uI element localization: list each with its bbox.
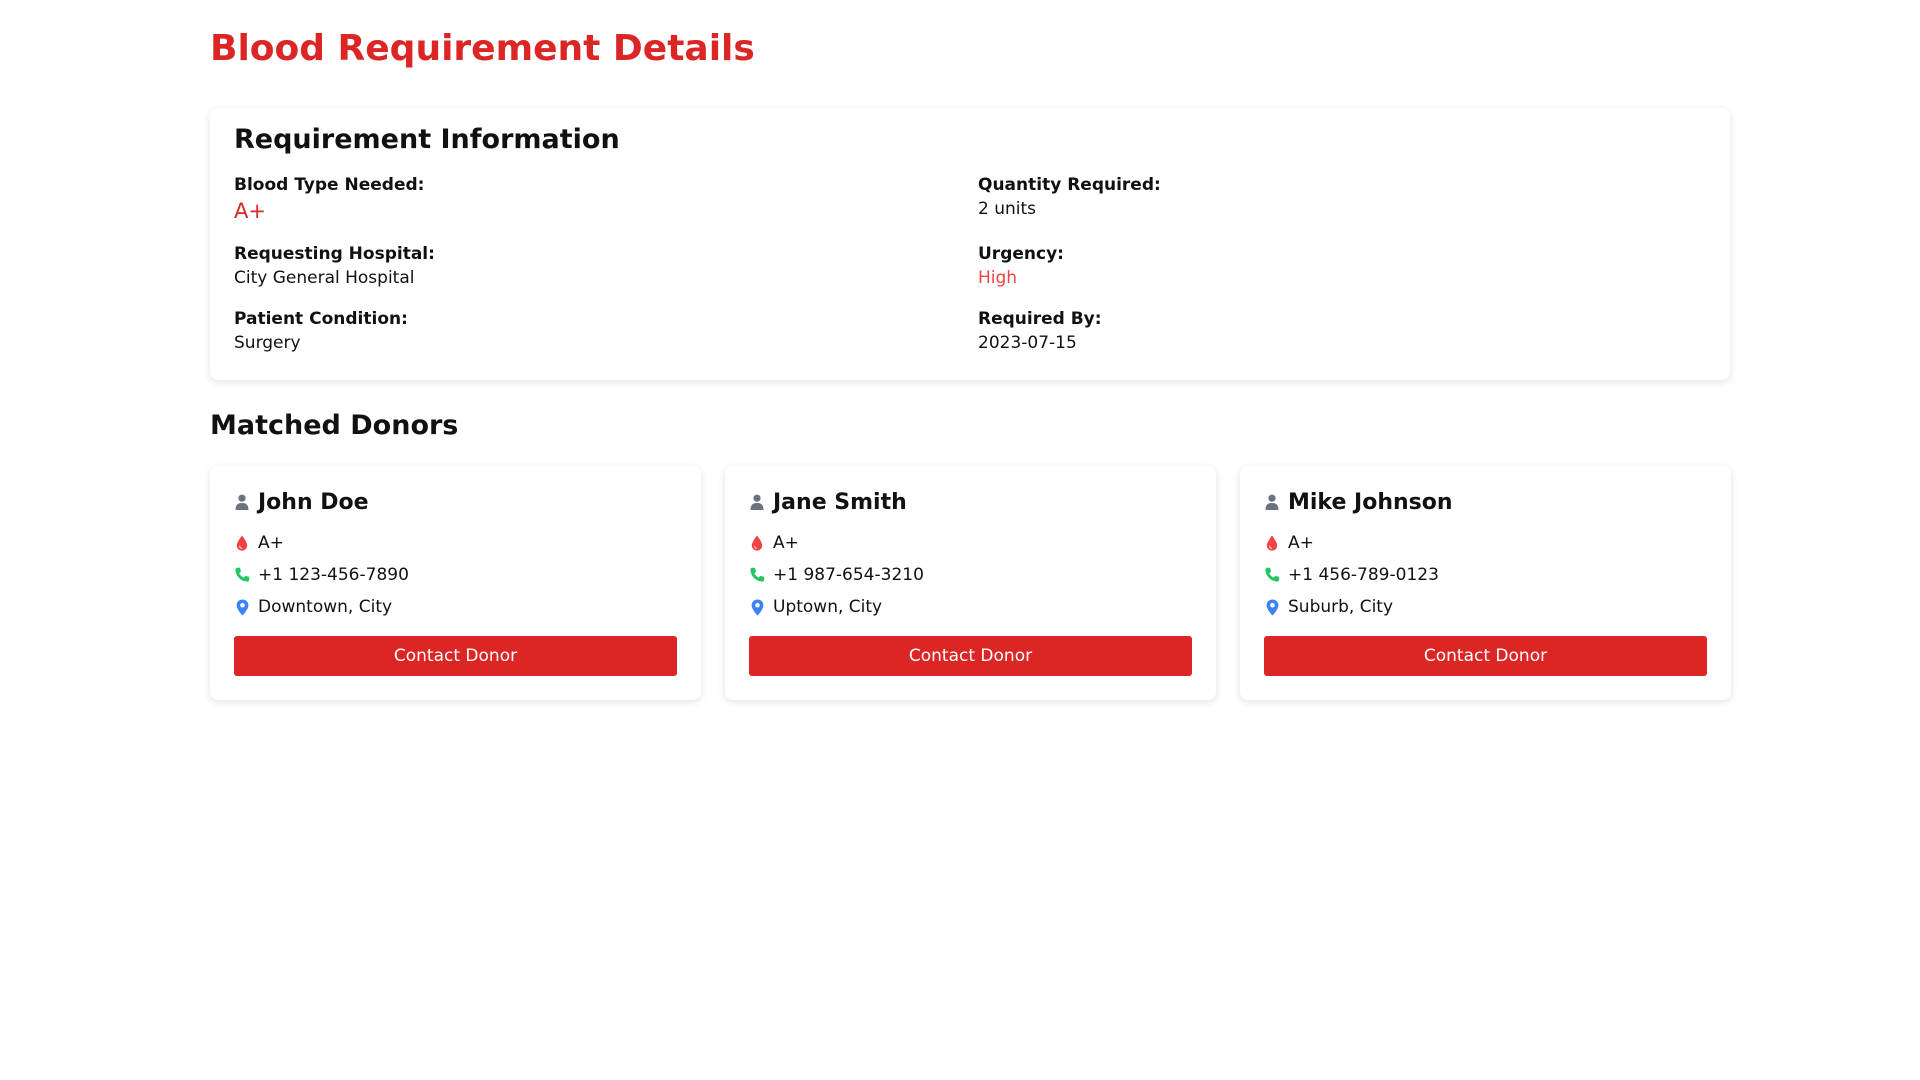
page-title: Blood Requirement Details bbox=[210, 28, 755, 69]
donor-location-row: Suburb, City bbox=[1264, 594, 1393, 620]
blood-type-field: Blood Type Needed: A+ bbox=[234, 174, 934, 226]
urgency-field: Urgency: High bbox=[978, 243, 1678, 291]
donor-phone-row: +1 987-654-3210 bbox=[749, 562, 924, 588]
map-pin-icon bbox=[234, 598, 250, 616]
donor-card: John Doe A+ +1 123-456-7890 Downtown, Ci… bbox=[210, 466, 701, 700]
required-by-label: Required By: bbox=[978, 309, 1102, 329]
donor-blood-type-row: A+ bbox=[234, 530, 284, 556]
donor-phone: +1 456-789-0123 bbox=[1288, 565, 1439, 585]
donor-card: Jane Smith A+ +1 987-654-3210 Uptown, Ci… bbox=[725, 466, 1216, 700]
contact-donor-button[interactable]: Contact Donor bbox=[1264, 636, 1707, 676]
donor-location-row: Uptown, City bbox=[749, 594, 882, 620]
user-icon bbox=[749, 493, 765, 511]
donor-name-row: John Doe bbox=[234, 486, 369, 518]
donor-location: Uptown, City bbox=[773, 597, 883, 617]
matched-donors-title: Matched Donors bbox=[210, 410, 459, 441]
quantity-value: 2 units bbox=[978, 199, 1037, 219]
hospital-value: City General Hospital bbox=[234, 268, 415, 288]
phone-icon bbox=[749, 566, 765, 584]
hospital-field: Requesting Hospital: City General Hospit… bbox=[234, 243, 934, 291]
donor-blood-type: A+ bbox=[773, 533, 799, 553]
donor-blood-type-row: A+ bbox=[749, 530, 799, 556]
donor-phone-row: +1 123-456-7890 bbox=[234, 562, 409, 588]
donor-name: John Doe bbox=[258, 489, 369, 515]
user-icon bbox=[234, 493, 250, 511]
donor-location-row: Downtown, City bbox=[234, 594, 392, 620]
map-pin-icon bbox=[1264, 598, 1280, 616]
urgency-value: High bbox=[978, 268, 1018, 288]
required-by-field: Required By: 2023-07-15 bbox=[978, 308, 1678, 356]
donor-location: Downtown, City bbox=[258, 597, 393, 617]
donor-phone-row: +1 456-789-0123 bbox=[1264, 562, 1439, 588]
blood-drop-icon bbox=[749, 534, 765, 552]
map-pin-icon bbox=[749, 598, 765, 616]
quantity-field: Quantity Required: 2 units bbox=[978, 174, 1678, 222]
donor-phone: +1 123-456-7890 bbox=[258, 565, 409, 585]
contact-donor-button[interactable]: Contact Donor bbox=[749, 636, 1192, 676]
phone-icon bbox=[1264, 566, 1280, 584]
blood-drop-icon bbox=[234, 534, 250, 552]
blood-drop-icon bbox=[1264, 534, 1280, 552]
urgency-label: Urgency: bbox=[978, 244, 1064, 264]
condition-label: Patient Condition: bbox=[234, 309, 408, 329]
requirement-info-card: Requirement Information Blood Type Neede… bbox=[210, 108, 1730, 380]
blood-type-label: Blood Type Needed: bbox=[234, 175, 425, 195]
condition-field: Patient Condition: Surgery bbox=[234, 308, 934, 356]
donor-blood-type-row: A+ bbox=[1264, 530, 1314, 556]
donor-name-row: Jane Smith bbox=[749, 486, 907, 518]
required-by-value: 2023-07-15 bbox=[978, 333, 1077, 353]
condition-value: Surgery bbox=[234, 333, 301, 353]
donor-name-row: Mike Johnson bbox=[1264, 486, 1453, 518]
phone-icon bbox=[234, 566, 250, 584]
donor-name: Mike Johnson bbox=[1288, 489, 1453, 515]
user-icon bbox=[1264, 493, 1280, 511]
donor-card: Mike Johnson A+ +1 456-789-0123 Suburb, … bbox=[1240, 466, 1731, 700]
requirement-info-heading: Requirement Information bbox=[234, 124, 620, 155]
donor-blood-type: A+ bbox=[258, 533, 284, 553]
donor-phone: +1 987-654-3210 bbox=[773, 565, 924, 585]
donor-blood-type: A+ bbox=[1288, 533, 1314, 553]
quantity-label: Quantity Required: bbox=[978, 175, 1161, 195]
contact-donor-button[interactable]: Contact Donor bbox=[234, 636, 677, 676]
donor-location: Suburb, City bbox=[1288, 597, 1394, 617]
blood-type-value: A+ bbox=[234, 199, 266, 223]
donor-name: Jane Smith bbox=[773, 489, 907, 515]
hospital-label: Requesting Hospital: bbox=[234, 244, 435, 264]
